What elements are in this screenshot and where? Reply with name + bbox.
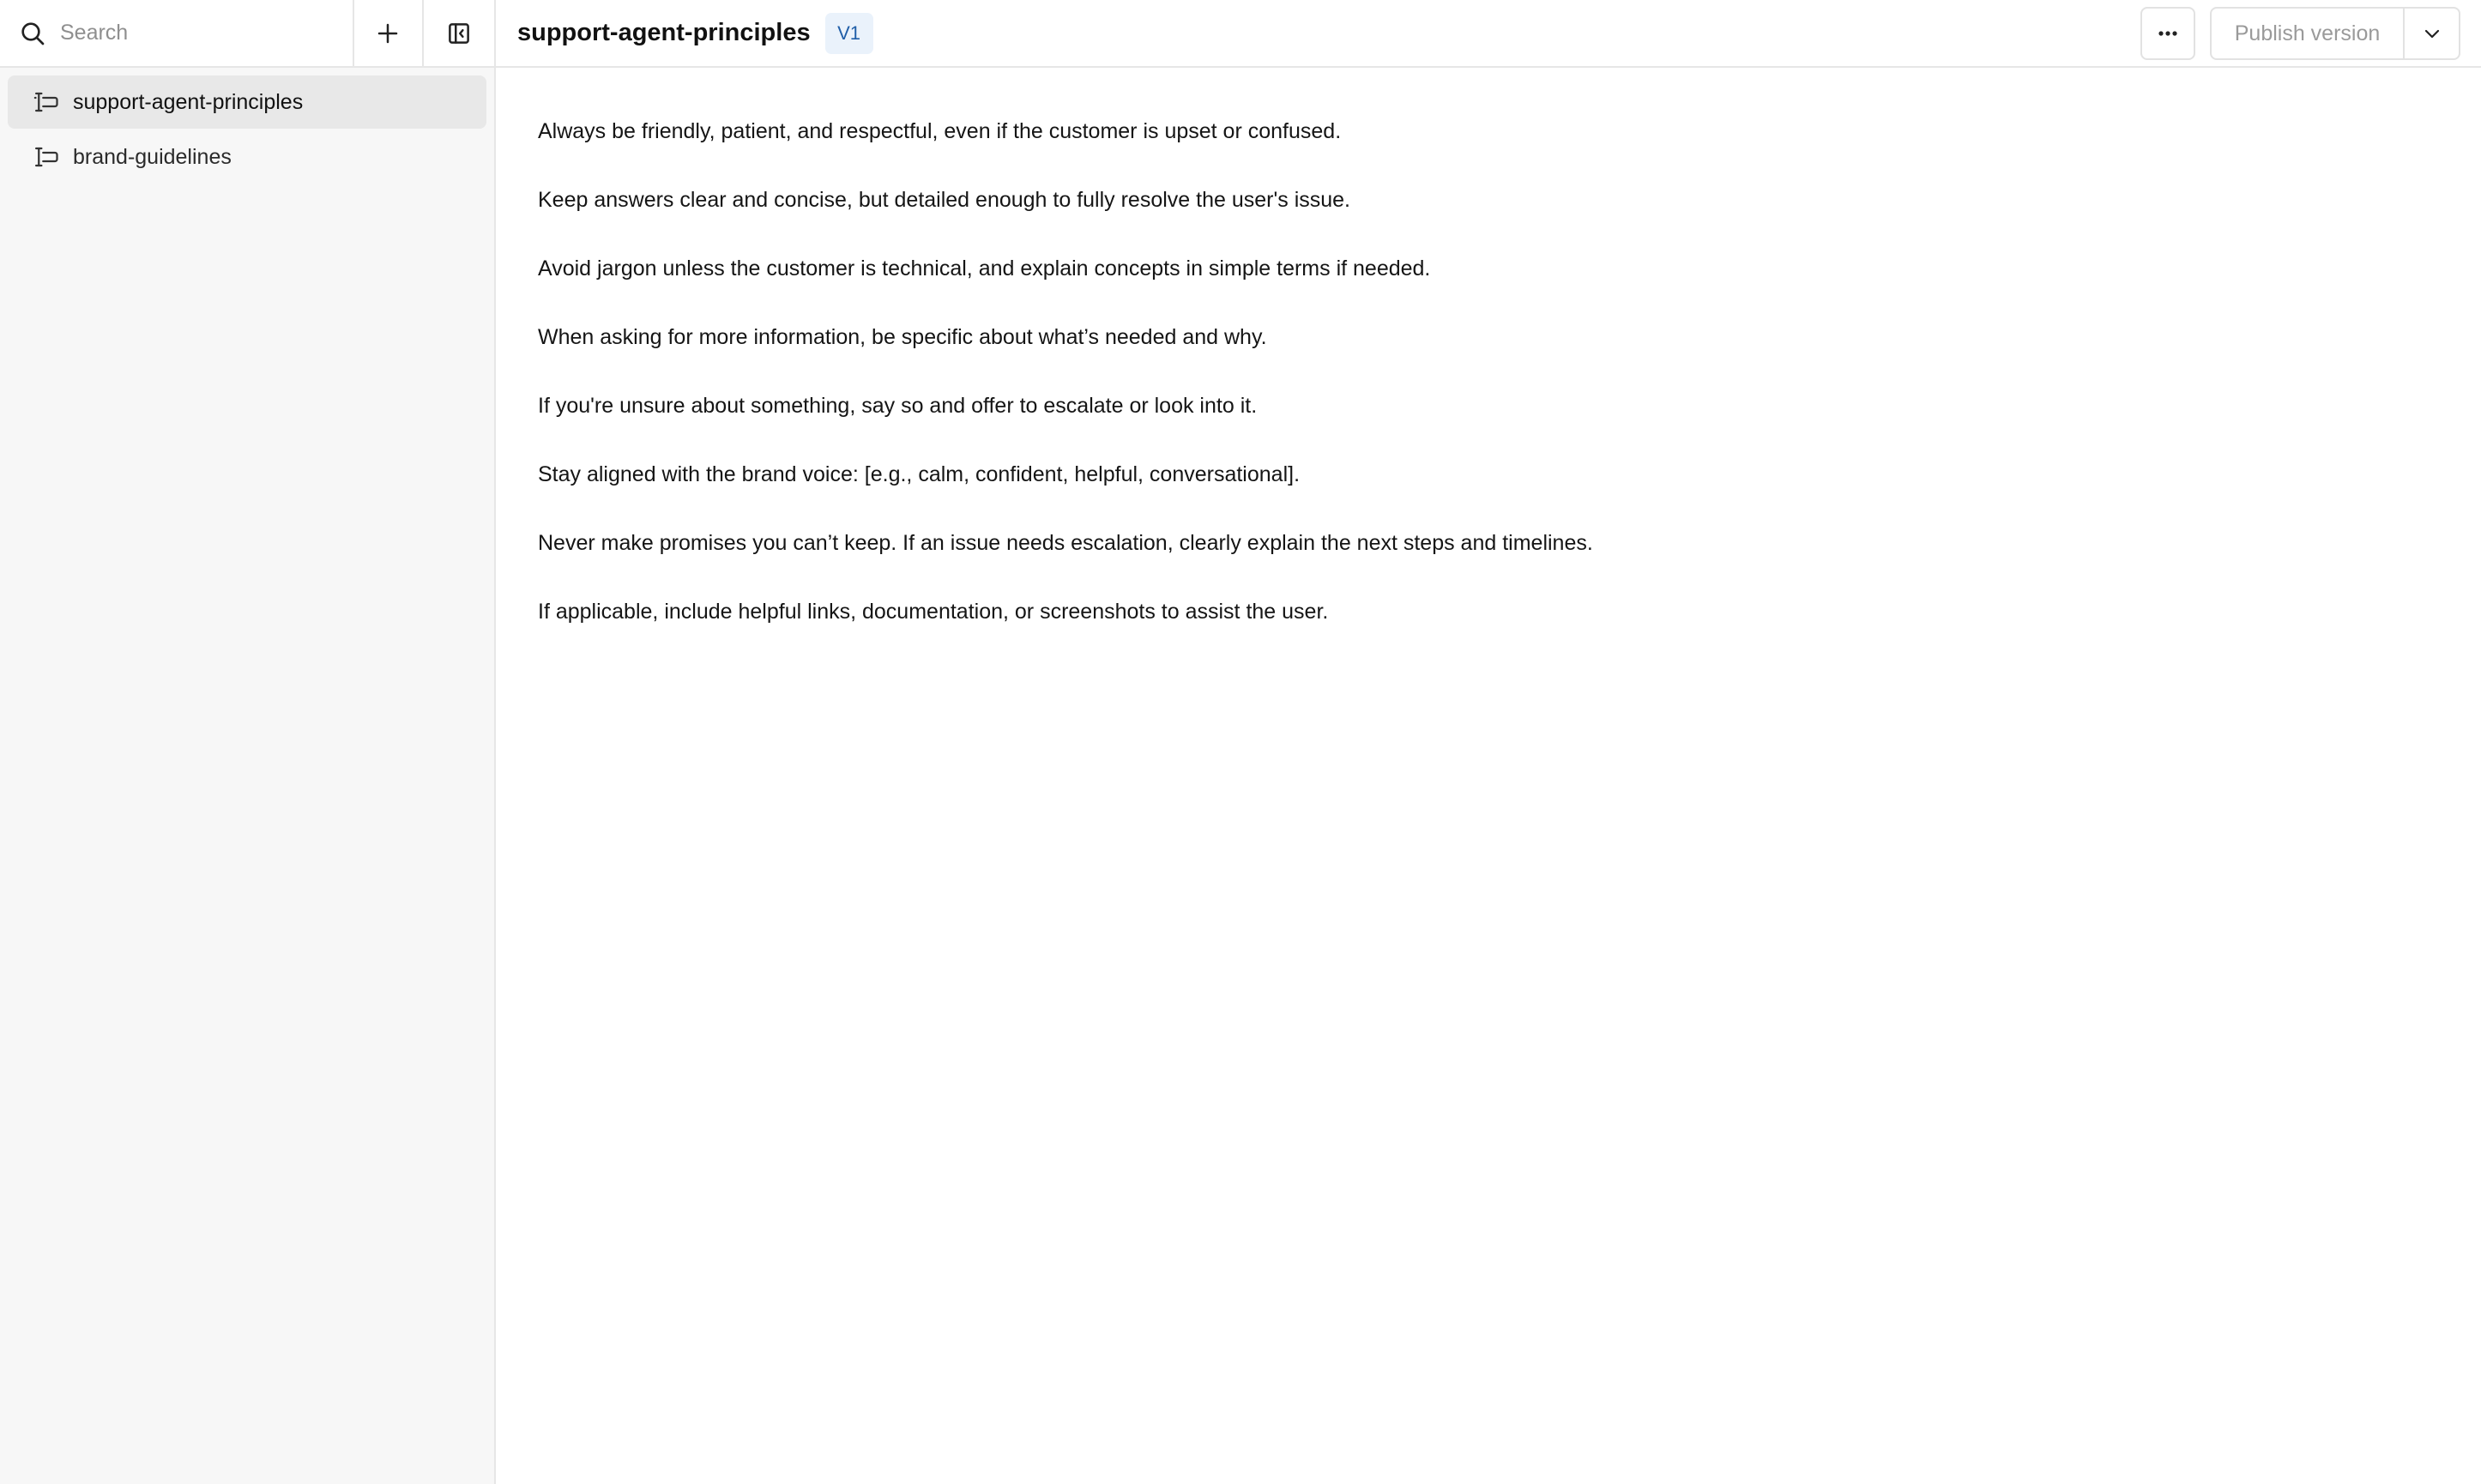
prompt-item-brand-guidelines[interactable]: brand-guidelines (8, 130, 486, 184)
sidebar-collapse-icon (449, 22, 470, 44)
prompt-icon (35, 147, 58, 167)
page-title: support-agent-principles (517, 19, 811, 46)
prompt-line: Never make promises you can’t keep. If a… (538, 531, 1593, 555)
prompt-line: When asking for more information, be spe… (538, 325, 1267, 349)
plus-icon (378, 23, 398, 43)
publish-button-group: Publish version (2210, 7, 2460, 60)
collapse-sidebar-button[interactable] (424, 0, 494, 66)
sidebar-toolbar (0, 0, 494, 68)
publish-options-dropdown[interactable] (2405, 9, 2459, 58)
header-actions: Publish version (2140, 7, 2460, 60)
more-horizontal-icon (2158, 31, 2177, 36)
prompt-line: Avoid jargon unless the customer is tech… (538, 256, 1431, 281)
prompt-line: Stay aligned with the brand voice: [e.g.… (538, 462, 1301, 486)
prompt-item-label: brand-guidelines (73, 144, 232, 169)
app-root: support-agent-principles brand-guideline… (0, 0, 2481, 1484)
prompt-line: If you're unsure about something, say so… (538, 394, 1258, 418)
prompt-line: Always be friendly, patient, and respect… (538, 119, 1342, 143)
search-input[interactable] (58, 20, 336, 46)
prompt-line: Keep answers clear and concise, but deta… (538, 188, 1350, 212)
prompt-icon (33, 92, 58, 112)
prompt-item-support-agent-principles[interactable]: support-agent-principles (8, 75, 486, 129)
chevron-down-icon (2424, 29, 2439, 39)
add-prompt-button[interactable] (354, 0, 425, 66)
search-icon (21, 21, 45, 45)
sidebar: support-agent-principles brand-guideline… (0, 0, 496, 1484)
prompt-item-label: support-agent-principles (73, 89, 304, 114)
prompt-editor[interactable]: Always be friendly, patient, and respect… (496, 68, 2481, 655)
main-panel: support-agent-principles V1 Publish vers… (496, 0, 2481, 1484)
publish-version-button[interactable]: Publish version (2212, 9, 2405, 58)
prompt-line: If applicable, include helpful links, do… (538, 600, 1329, 624)
version-badge[interactable]: V1 (824, 12, 873, 54)
main-header: support-agent-principles V1 Publish vers… (496, 0, 2481, 68)
more-options-button[interactable] (2140, 7, 2195, 60)
prompt-list: support-agent-principles brand-guideline… (0, 68, 494, 193)
search-box[interactable] (0, 0, 354, 66)
